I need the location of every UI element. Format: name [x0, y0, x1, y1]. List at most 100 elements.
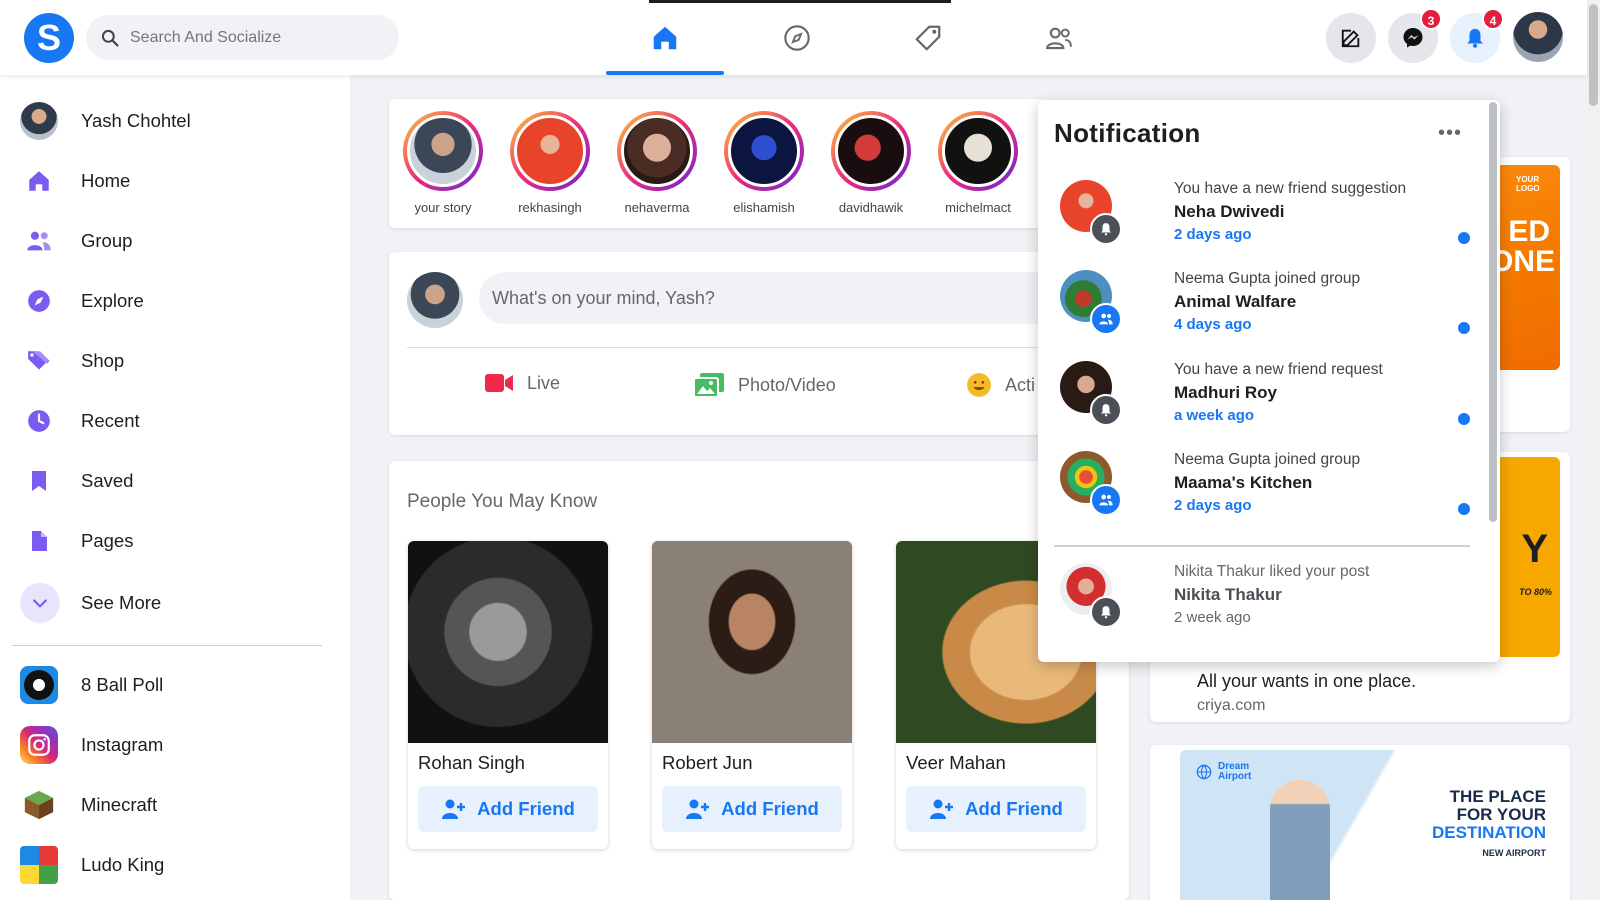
- action-label: Acti: [1005, 374, 1036, 395]
- unread-dot: [1458, 232, 1470, 244]
- story-item[interactable]: rekhasingh: [510, 111, 590, 215]
- page-icon: [32, 531, 47, 551]
- sponsored-card-bottom: Dream Airport THE PLACE FOR YOUR DESTINA…: [1150, 745, 1570, 900]
- bell-badge-icon: [1090, 394, 1122, 426]
- sidebar-item-group[interactable]: Group: [20, 219, 330, 263]
- stories-card: your story rekhasingh nehaverma elishami…: [389, 99, 1049, 228]
- sidebar-item-shop[interactable]: Shop: [20, 339, 330, 383]
- profile-name: Yash Chohtel: [81, 110, 191, 131]
- notifications-button[interactable]: 4: [1450, 8, 1504, 63]
- notification-item[interactable]: Neema Gupta joined group Animal Walfare …: [1060, 270, 1470, 350]
- add-user-icon: [442, 799, 466, 819]
- notification-divider: [1054, 545, 1470, 547]
- nav-tab-shop[interactable]: [869, 0, 987, 75]
- post-composer-card: What's on your mind, Yash? Live Photo/Vi…: [389, 252, 1129, 435]
- add-friend-label: Add Friend: [477, 798, 575, 819]
- person-name[interactable]: Rohan Singh: [418, 752, 525, 774]
- more-options-button[interactable]: •••: [1438, 122, 1462, 145]
- story-item[interactable]: davidhawik: [831, 111, 911, 215]
- activity-button[interactable]: Acti: [966, 372, 1035, 398]
- shortcut-label: 8 Ball Poll: [81, 674, 164, 695]
- person-photo[interactable]: [652, 541, 852, 743]
- add-friend-button[interactable]: Add Friend: [418, 786, 598, 832]
- notification-time: 4 days ago: [1174, 316, 1252, 333]
- composer-input[interactable]: What's on your mind, Yash?: [479, 272, 1099, 324]
- sidebar-item-explore[interactable]: Explore: [20, 279, 330, 323]
- notification-time: 2 days ago: [1174, 226, 1252, 243]
- add-user-icon: [686, 799, 710, 819]
- photo-icon: [693, 373, 724, 398]
- story-avatar: [835, 115, 907, 187]
- shortcut-instagram[interactable]: Instagram: [20, 723, 330, 767]
- notification-item[interactable]: Neema Gupta joined group Maama's Kitchen…: [1060, 451, 1470, 531]
- create-post-button[interactable]: [1326, 13, 1376, 63]
- video-camera-icon: [485, 374, 513, 392]
- top-navigation-bar: S 3 4: [0, 0, 1587, 75]
- story-item[interactable]: michelmact: [938, 111, 1018, 215]
- nav-tab-friends[interactable]: [1000, 0, 1118, 75]
- story-avatar: [514, 115, 586, 187]
- notification-text: Neema Gupta joined group: [1174, 270, 1361, 287]
- profile-avatar-button[interactable]: [1513, 12, 1563, 62]
- ad-headline: Y: [1521, 527, 1548, 571]
- person-photo[interactable]: [408, 541, 608, 743]
- add-friend-button[interactable]: Add Friend: [662, 786, 842, 832]
- nav-tab-explore[interactable]: [738, 0, 856, 75]
- person-name[interactable]: Veer Mahan: [906, 752, 1006, 774]
- shortcut-ludo-king[interactable]: Ludo King: [20, 843, 330, 887]
- add-user-icon: [930, 799, 954, 819]
- action-label: Live: [527, 372, 561, 393]
- sidebar-item-saved[interactable]: Saved: [20, 459, 330, 503]
- friends-icon: [1045, 27, 1072, 49]
- photo-video-button[interactable]: Photo/Video: [693, 372, 836, 398]
- page-scrollbar[interactable]: [1587, 0, 1600, 900]
- story-item[interactable]: nehaverma: [617, 111, 697, 215]
- story-name: rekhasingh: [518, 200, 582, 215]
- tag-icon: [28, 351, 50, 370]
- ad-headline: THE PLACE FOR YOUR DESTINATION NEW AIRPO…: [1432, 787, 1546, 859]
- avatar: [20, 102, 58, 140]
- bell-icon: [1467, 28, 1483, 48]
- story-item[interactable]: your story: [403, 111, 483, 215]
- app-logo[interactable]: S: [24, 13, 74, 63]
- live-button[interactable]: Live: [484, 372, 560, 394]
- search-box[interactable]: [86, 15, 399, 60]
- sidebar-item-label: Explore: [81, 290, 144, 311]
- shortcut-minecraft[interactable]: Minecraft: [20, 783, 330, 827]
- ad-banner-airport[interactable]: Dream Airport THE PLACE FOR YOUR DESTINA…: [1180, 750, 1560, 900]
- sidebar-see-more[interactable]: See More: [20, 581, 330, 625]
- sidebar-item-pages[interactable]: Pages: [20, 519, 330, 563]
- page-scrollbar-thumb[interactable]: [1589, 4, 1598, 106]
- nav-tab-home[interactable]: [606, 0, 724, 75]
- ad-domain[interactable]: criya.com: [1197, 697, 1265, 715]
- sidebar-profile[interactable]: Yash Chohtel: [20, 99, 330, 143]
- notification-time: 2 week ago: [1174, 609, 1251, 626]
- story-name: your story: [414, 200, 472, 215]
- unread-dot: [1458, 413, 1470, 425]
- notification-item[interactable]: You have a new friend suggestion Neha Dw…: [1060, 180, 1470, 260]
- notification-item[interactable]: Nikita Thakur liked your post Nikita Tha…: [1060, 563, 1470, 643]
- avatar: [407, 272, 463, 328]
- story-item[interactable]: elishamish: [724, 111, 804, 215]
- group-badge-icon: [1090, 303, 1122, 335]
- section-title: People You May Know: [407, 491, 598, 512]
- notification-scrollbar[interactable]: [1489, 102, 1497, 522]
- notification-name: Maama's Kitchen: [1174, 473, 1313, 492]
- search-input[interactable]: [130, 28, 380, 47]
- messenger-count-badge: 3: [1420, 8, 1442, 30]
- smiley-icon: [967, 373, 991, 397]
- edit-icon: [1341, 29, 1360, 48]
- add-friend-button[interactable]: Add Friend: [906, 786, 1086, 832]
- shortcut-8-ball-pool[interactable]: 8 Ball Poll: [20, 663, 330, 707]
- chevron-down-icon: [33, 599, 47, 608]
- home-icon: [29, 171, 49, 191]
- person-name[interactable]: Robert Jun: [662, 752, 753, 774]
- sidebar-item-label: Pages: [81, 530, 134, 551]
- notification-text: You have a new friend suggestion: [1174, 180, 1407, 197]
- messenger-button[interactable]: 3: [1388, 8, 1442, 63]
- notification-item[interactable]: You have a new friend request Madhuri Ro…: [1060, 361, 1470, 441]
- sidebar-item-recent[interactable]: Recent: [20, 399, 330, 443]
- tag-icon: [915, 25, 941, 50]
- unread-dot: [1458, 322, 1470, 334]
- sidebar-item-home[interactable]: Home: [20, 159, 330, 203]
